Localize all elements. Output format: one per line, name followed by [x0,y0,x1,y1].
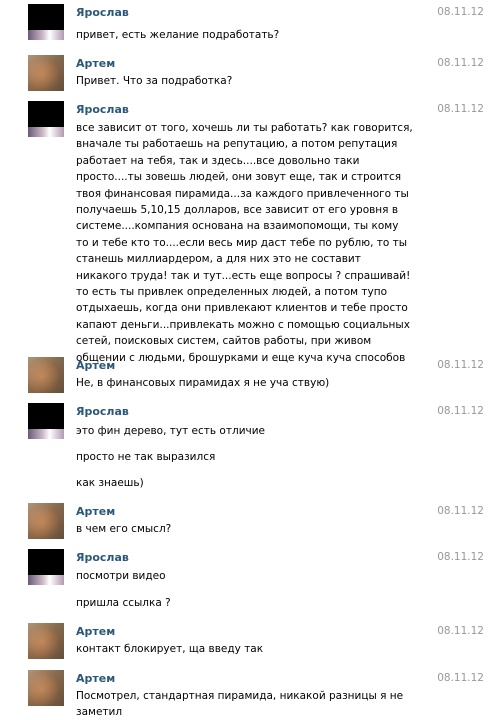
message-date[interactable]: 08.11.12 [437,57,484,69]
message-item: Артем 08.11.12 Привет. Что за подработка… [0,55,496,95]
message-text: все зависит от того, хочешь ли ты работа… [76,122,413,364]
avatar[interactable] [28,503,64,539]
message-text: просто не так выразился [76,451,216,463]
author-name[interactable]: Артем [76,672,115,685]
message-item: Ярослав 08.11.12 посмотри видео пришла с… [0,549,496,614]
message-text: как знаешь) [76,477,144,489]
avatar[interactable] [28,623,64,659]
message-text: контакт блокирует, ща введу так [76,643,264,655]
message-text: в чем его смысл? [76,523,172,535]
author-name[interactable]: Артем [76,505,115,518]
message-item: Ярослав 08.11.12 все зависит от того, хо… [0,101,496,364]
avatar[interactable] [28,357,64,393]
message-text: посмотри видео [76,570,166,582]
message-item: Артем 08.11.12 в чем его смысл? [0,503,496,543]
author-name[interactable]: Артем [76,57,115,70]
message-date[interactable]: 08.11.12 [437,625,484,637]
message-text: пришла ссылка ? [76,597,171,609]
message-date[interactable]: 08.11.12 [437,505,484,517]
message-text: Привет. Что за подработка? [76,75,233,87]
avatar[interactable] [28,549,64,585]
author-name[interactable]: Ярослав [76,103,129,116]
author-name[interactable]: Ярослав [76,405,129,418]
message-date[interactable]: 08.11.12 [437,103,484,115]
message-date[interactable]: 08.11.12 [437,551,484,563]
avatar[interactable] [28,55,64,91]
message-text: Не, в финансовых пирамидах я не уча ству… [76,377,330,389]
message-date[interactable]: 08.11.12 [437,359,484,371]
author-name[interactable]: Ярослав [76,551,129,564]
avatar[interactable] [28,4,64,40]
avatar[interactable] [28,101,64,137]
message-item: Артем 08.11.12 Не, в финансовых пирамида… [0,357,496,397]
author-name[interactable]: Ярослав [76,6,129,19]
avatar[interactable] [28,670,64,706]
message-text: это фин дерево, тут есть отличие [76,425,265,437]
avatar[interactable] [28,403,64,439]
message-item: Ярослав 08.11.12 это фин дерево, тут ест… [0,403,496,493]
message-date[interactable]: 08.11.12 [437,405,484,417]
message-date[interactable]: 08.11.12 [437,6,484,18]
message-item: Артем 08.11.12 контакт блокирует, ща вве… [0,623,496,663]
message-item: Артем 08.11.12 Посмотрел, стандартная пи… [0,670,496,718]
author-name[interactable]: Артем [76,625,115,638]
message-text: привет, есть желание подработать? [76,29,280,41]
message-text: Посмотрел, стандартная пирамида, никакой… [76,690,404,718]
author-name[interactable]: Артем [76,359,115,372]
message-item: Ярослав 08.11.12 привет, есть желание по… [0,4,496,44]
message-date[interactable]: 08.11.12 [437,672,484,684]
